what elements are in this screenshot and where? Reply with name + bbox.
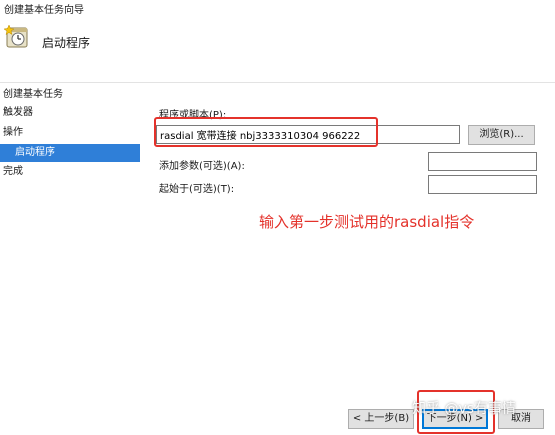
start-in-input[interactable] [428, 175, 537, 194]
start-in-label: 起始于(可选)(T): [159, 184, 235, 195]
nav-item-finish[interactable]: 完成 [0, 163, 140, 181]
nav-item-trigger[interactable]: 触发器 [0, 104, 140, 122]
annotation-text: 输入第一步测试用的rasdial指令 [259, 213, 475, 231]
nav-item-start-program[interactable]: 启动程序 [0, 144, 140, 162]
args-label: 添加参数(可选)(A): [159, 161, 245, 172]
nav-item-action[interactable]: 操作 [0, 124, 140, 142]
header-divider [0, 82, 555, 83]
back-button[interactable]: < 上一步(B) [348, 409, 414, 429]
page-title: 启动程序 [42, 36, 91, 50]
task-clock-icon [3, 24, 30, 50]
browse-button[interactable]: 浏览(R)... [468, 125, 535, 145]
watermark: 知乎 @vs有事情 [412, 401, 517, 417]
program-highlight-box [154, 117, 378, 147]
args-input[interactable] [428, 152, 537, 171]
nav-item-create-task[interactable]: 创建基本任务 [0, 86, 140, 104]
